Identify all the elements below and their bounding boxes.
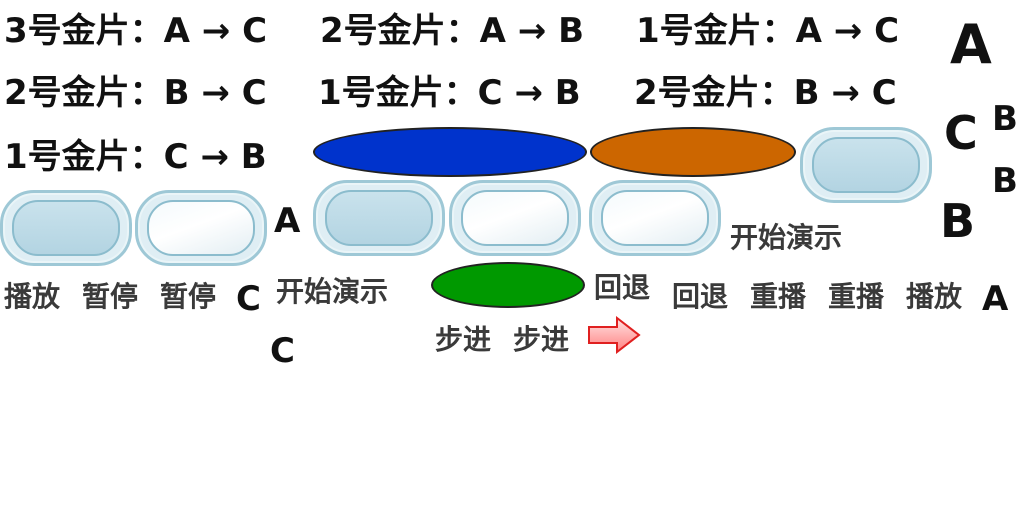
peg-label-b: B xyxy=(992,99,1018,139)
pause-button[interactable]: 暂停 xyxy=(160,283,216,311)
pill-button[interactable] xyxy=(135,190,267,266)
peg-label-a: A xyxy=(982,279,1009,319)
step-button[interactable]: 步进 xyxy=(513,326,569,354)
back-button[interactable]: 回退 xyxy=(594,274,650,302)
arrow-right-icon[interactable] xyxy=(587,315,641,355)
move-step-4: 2号金片：B → C xyxy=(4,73,267,113)
pause-button[interactable]: 暂停 xyxy=(82,283,138,311)
start-demo-button[interactable]: 开始演示 xyxy=(730,224,842,252)
peg-label-b: B xyxy=(992,161,1018,201)
disk-large[interactable] xyxy=(313,127,587,177)
start-demo-button[interactable]: 开始演示 xyxy=(276,278,388,306)
pill-button[interactable] xyxy=(800,127,932,203)
pill-button[interactable] xyxy=(589,180,721,256)
peg-label-c: C xyxy=(236,279,261,319)
move-step-7: 1号金片：C → B xyxy=(4,137,267,177)
play-button[interactable]: 播放 xyxy=(906,283,962,311)
peg-label-a: A xyxy=(950,13,992,76)
play-button[interactable]: 播放 xyxy=(4,283,60,311)
replay-button[interactable]: 重播 xyxy=(750,283,806,311)
step-button[interactable]: 步进 xyxy=(435,326,491,354)
pill-button[interactable] xyxy=(313,180,445,256)
move-step-5: 1号金片：C → B xyxy=(318,73,581,113)
peg-label-c: C xyxy=(270,331,295,371)
disk-medium[interactable] xyxy=(590,127,796,177)
back-button[interactable]: 回退 xyxy=(672,283,728,311)
move-step-1: 3号金片：A → C xyxy=(4,11,268,51)
disk-small[interactable] xyxy=(431,262,585,308)
move-step-3: 1号金片：A → C xyxy=(636,11,900,51)
replay-button[interactable]: 重播 xyxy=(828,283,884,311)
peg-label-a: A xyxy=(274,201,301,241)
move-step-2: 2号金片：A → B xyxy=(320,11,585,51)
peg-label-b: B xyxy=(940,194,976,248)
peg-label-c: C xyxy=(944,106,978,160)
move-step-6: 2号金片：B → C xyxy=(634,73,897,113)
pill-button[interactable] xyxy=(0,190,132,266)
pill-button[interactable] xyxy=(449,180,581,256)
